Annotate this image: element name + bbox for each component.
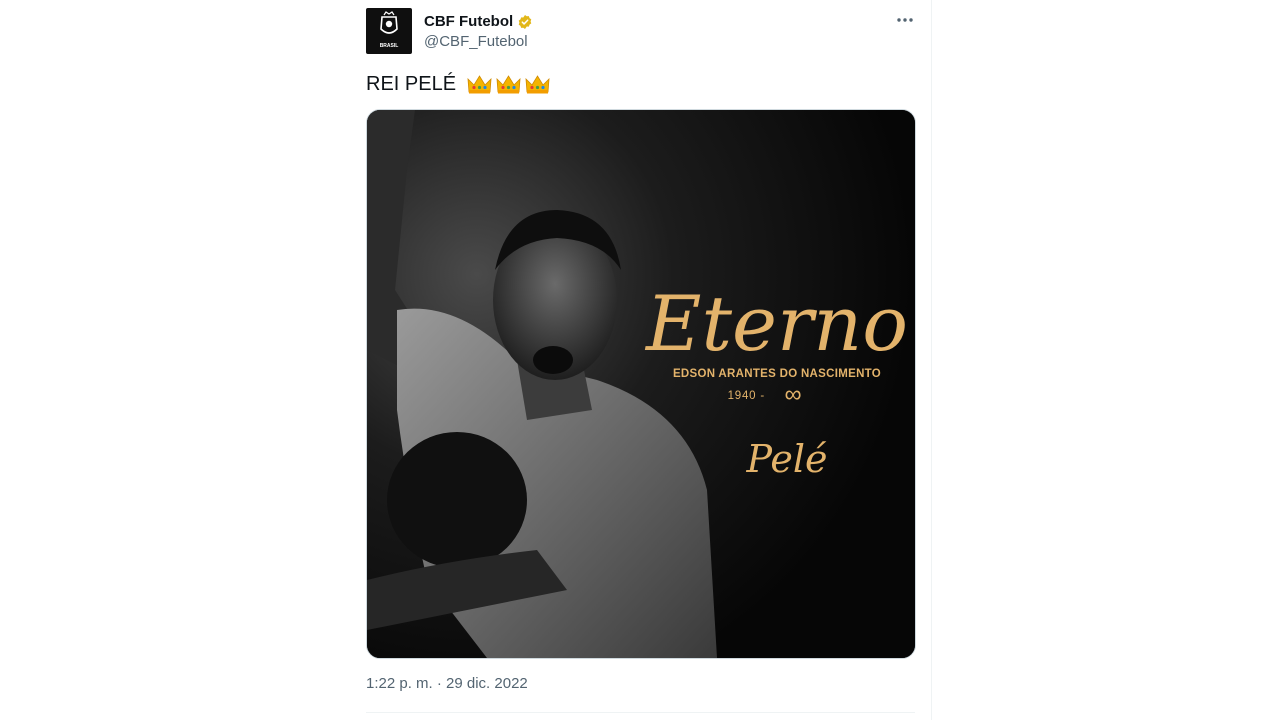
- poster-subtitle: EDSON ARANTES DO NASCIMENTO: [673, 368, 881, 380]
- poster-years: 1940 -: [728, 390, 765, 402]
- poster-title: Eterno: [644, 279, 908, 368]
- more-dots-icon: [897, 18, 913, 22]
- avatar[interactable]: BRASIL: [366, 8, 412, 54]
- tweet-timestamp[interactable]: 1:22 p. m. · 29 dic. 2022: [366, 674, 528, 694]
- handle[interactable]: @CBF_Futebol: [424, 32, 533, 52]
- tweet-media-image[interactable]: Eterno EDSON ARANTES DO NASCIMENTO 1940 …: [366, 109, 916, 659]
- page: BRASIL CBF Futebol @CBF_Futebol REI PELÉ: [0, 0, 1280, 720]
- open-mouth: [533, 346, 573, 374]
- infinity-symbol: ∞: [784, 381, 801, 408]
- crown-emoji-icon: [525, 75, 550, 94]
- tweet-text: REI PELÉ: [366, 70, 551, 98]
- verified-badge-icon: [518, 15, 532, 29]
- tweet-card: BRASIL CBF Futebol @CBF_Futebol REI PELÉ: [350, 0, 932, 720]
- avatar-caption: BRASIL: [380, 43, 399, 49]
- teammate-head: [387, 432, 527, 568]
- tribute-poster: Eterno EDSON ARANTES DO NASCIMENTO 1940 …: [367, 110, 915, 658]
- cbf-crest-icon: BRASIL: [380, 11, 399, 49]
- divider: [366, 712, 915, 713]
- tweet-text-content: REI PELÉ: [366, 73, 457, 95]
- name-row: CBF Futebol: [424, 12, 533, 32]
- display-name[interactable]: CBF Futebol: [424, 12, 513, 32]
- crown-emoji-icon: [467, 75, 492, 94]
- more-button[interactable]: [895, 10, 915, 30]
- author-block: CBF Futebol @CBF_Futebol: [424, 12, 533, 52]
- crown-emoji-icon: [496, 75, 521, 94]
- poster-signature: Pelé: [746, 437, 828, 481]
